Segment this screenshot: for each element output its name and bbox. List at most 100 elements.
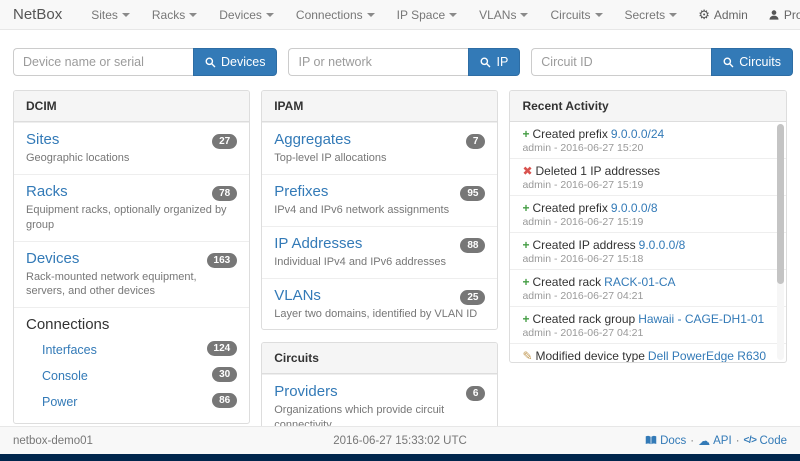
docs-link[interactable]: Docs [645, 435, 686, 447]
nav-menu-devices[interactable]: Devices [208, 8, 285, 22]
ip-search-group: IP [288, 48, 520, 76]
device-search-input[interactable] [13, 48, 193, 76]
activity-meta: admin - 2016-06-27 15:19 [522, 216, 766, 228]
nav-menu-label: Devices [219, 8, 262, 22]
activity-object-link[interactable]: 9.0.0.0/8 [639, 238, 686, 252]
nav-menu-label: Connections [296, 8, 363, 22]
activity-meta: admin - 2016-06-27 15:19 [522, 179, 766, 191]
activity-meta: admin - 2016-06-27 04:21 [522, 327, 766, 339]
api-link[interactable]: ☁API [698, 435, 732, 447]
nav-admin[interactable]: ⚙Admin [688, 8, 758, 22]
activity-action: Deleted 1 IP addresses [536, 164, 661, 178]
nav-menu-connections[interactable]: Connections [285, 8, 386, 22]
nav-menu-sites[interactable]: Sites [80, 8, 141, 22]
navbar: NetBox Sites Racks Devices Connections I… [0, 0, 800, 30]
item-description: Rack-mounted network equipment, servers,… [26, 270, 237, 300]
link-ip-addresses[interactable]: IP Addresses [274, 235, 362, 252]
count-badge: 30 [212, 367, 237, 382]
nav-menu-label: VLANs [479, 8, 516, 22]
pencil-icon: ✎ [522, 349, 532, 362]
chevron-down-icon [595, 13, 603, 17]
link-vlans[interactable]: VLANs [274, 287, 321, 304]
chevron-down-icon [449, 13, 457, 17]
activity-object-link[interactable]: 9.0.0.0/8 [611, 201, 658, 215]
ip-search-button[interactable]: IP [468, 48, 520, 76]
chevron-down-icon [189, 13, 197, 17]
nav-profile[interactable]: Profile [758, 8, 800, 22]
link-racks[interactable]: Racks [26, 183, 68, 200]
chevron-down-icon [266, 13, 274, 17]
link-providers[interactable]: Providers [274, 383, 337, 400]
list-item-devices: 163 Devices Rack-mounted network equipme… [14, 241, 249, 308]
circuit-search-input[interactable] [531, 48, 711, 76]
activity-item: +Created rackRACK-01-CA admin - 2016-06-… [510, 269, 786, 306]
count-badge: 95 [460, 186, 485, 201]
link-sites[interactable]: Sites [26, 131, 59, 148]
search-icon [480, 57, 491, 68]
list-item-ip-addresses: 88 IP Addresses Individual IPv4 and IPv6… [262, 226, 497, 278]
list-item-connections: Connections 124 Interfaces 30 Console 86… [14, 307, 249, 423]
panel-dcim: DCIM 27 Sites Geographic locations 78 Ra… [13, 90, 250, 424]
nav-menu-label: Circuits [550, 8, 590, 22]
user-icon [768, 9, 780, 21]
circuit-search-button[interactable]: Circuits [711, 48, 793, 76]
activity-action: Modified device type [536, 349, 645, 362]
item-description: IPv4 and IPv6 network assignments [274, 203, 485, 218]
link-interfaces[interactable]: Interfaces [42, 343, 97, 357]
activity-item: +Created rack groupHawaii - CAGE-DH1-01 … [510, 306, 786, 343]
search-icon [723, 57, 734, 68]
link-devices[interactable]: Devices [26, 250, 79, 267]
activity-object-link[interactable]: 9.0.0.0/24 [611, 127, 664, 141]
nav-menu-racks[interactable]: Racks [141, 8, 208, 22]
column-activity: Recent Activity +Created prefix9.0.0.0/2… [509, 90, 787, 461]
activity-object-link[interactable]: RACK-01-CA [604, 275, 675, 289]
separator: · [690, 435, 694, 447]
server-time: 2016-06-27 15:33:02 UTC [271, 435, 529, 447]
scrollbar-track[interactable] [777, 124, 784, 360]
item-description: Layer two domains, identified by VLAN ID [274, 307, 485, 322]
activity-object-link[interactable]: Hawaii - CAGE-DH1-01 [638, 312, 764, 326]
separator: · [736, 435, 740, 447]
connections-row-power: 86 Power [26, 389, 237, 415]
link-prefixes[interactable]: Prefixes [274, 183, 328, 200]
activity-action: Created prefix [532, 127, 607, 141]
list-item-prefixes: 95 Prefixes IPv4 and IPv6 network assign… [262, 174, 497, 226]
connections-row-console: 30 Console [26, 363, 237, 389]
chevron-down-icon [669, 13, 677, 17]
plus-icon: + [522, 275, 529, 289]
list-item-racks: 78 Racks Equipment racks, optionally org… [14, 174, 249, 241]
panel-title: DCIM [14, 91, 249, 122]
device-search-button[interactable]: Devices [193, 48, 277, 76]
connections-row-interfaces: 124 Interfaces [26, 337, 237, 363]
plus-icon: + [522, 312, 529, 326]
panel-title: IPAM [262, 91, 497, 122]
item-description: Individual IPv4 and IPv6 addresses [274, 255, 485, 270]
brand-netbox[interactable]: NetBox [13, 6, 62, 23]
nav-menu-vlans[interactable]: VLANs [468, 8, 539, 22]
ip-search-input[interactable] [288, 48, 468, 76]
link-console[interactable]: Console [42, 369, 88, 383]
link-power[interactable]: Power [42, 395, 77, 409]
nav-menu-ip-space[interactable]: IP Space [386, 8, 468, 22]
connections-heading: Connections [26, 316, 237, 333]
count-badge: 25 [460, 290, 485, 305]
count-badge: 88 [460, 238, 485, 253]
nav-menus: Sites Racks Devices Connections IP Space… [80, 8, 688, 22]
count-badge: 86 [212, 393, 237, 408]
count-badge: 124 [207, 341, 238, 356]
list-item-vlans: 25 VLANs Layer two domains, identified b… [262, 278, 497, 330]
circuit-search-button-label: Circuits [739, 55, 781, 69]
link-aggregates[interactable]: Aggregates [274, 131, 351, 148]
scrollbar-thumb[interactable] [777, 124, 784, 284]
nav-menu-secrets[interactable]: Secrets [614, 8, 689, 22]
activity-meta: admin - 2016-06-27 04:21 [522, 290, 766, 302]
activity-item: +Created IP address9.0.0.0/8 admin - 201… [510, 232, 786, 269]
code-link[interactable]: </>Code [744, 435, 787, 447]
count-badge: 163 [207, 253, 238, 268]
activity-item: ✎ Modified device typeDell PowerEdge R630… [510, 343, 786, 362]
list-item-sites: 27 Sites Geographic locations [14, 122, 249, 174]
nav-menu-circuits[interactable]: Circuits [539, 8, 613, 22]
code-icon: </> [744, 435, 757, 446]
activity-object-link[interactable]: Dell PowerEdge R630 [648, 349, 766, 362]
panel-ipam: IPAM 7 Aggregates Top-level IP allocatio… [261, 90, 498, 330]
